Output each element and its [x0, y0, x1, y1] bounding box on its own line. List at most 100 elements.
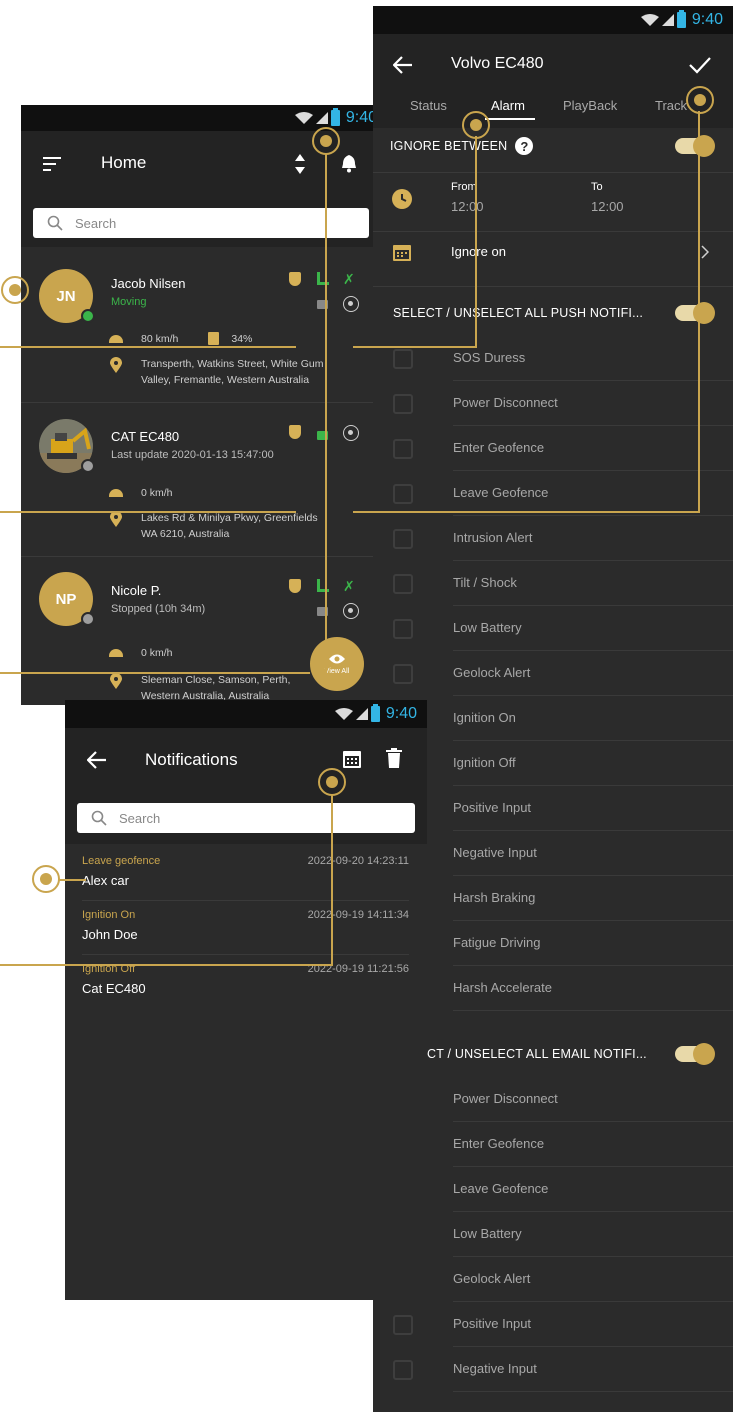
- to-value[interactable]: 12:00: [591, 199, 624, 214]
- shield-icon: [289, 272, 301, 286]
- tab-status[interactable]: Status: [410, 98, 447, 113]
- calendar-icon[interactable]: [343, 749, 361, 768]
- email-item-row[interactable]: Geolock Alert: [373, 1257, 733, 1302]
- device-card[interactable]: CAT EC480 Last update 2020-01-13 15:47:0…: [21, 403, 373, 556]
- email-select-all-row: CT / UNSELECT ALL EMAIL NOTIFI...: [373, 1032, 733, 1076]
- search-placeholder: Search: [119, 810, 161, 826]
- tab-playback[interactable]: PlayBack: [563, 98, 617, 113]
- avatar: NP: [39, 572, 95, 626]
- bell-icon[interactable]: [341, 154, 357, 173]
- push-item-row[interactable]: Tilt / Shock: [373, 561, 733, 606]
- push-item-checkbox[interactable]: [393, 664, 413, 684]
- fuel-icon: [208, 332, 220, 345]
- signal-icon: [315, 112, 328, 124]
- push-item-row[interactable]: Fatigue Driving: [373, 921, 733, 966]
- battery-icon: [370, 704, 380, 722]
- push-item-checkbox[interactable]: [393, 574, 413, 594]
- avatar: [39, 419, 95, 473]
- location-pin-icon: [110, 357, 122, 373]
- device-name: Nicole P.: [111, 583, 162, 598]
- battery-icon: [676, 10, 686, 28]
- push-item-checkbox[interactable]: [393, 619, 413, 639]
- target-icon[interactable]: [343, 425, 359, 441]
- signal-bars-icon: [317, 579, 329, 592]
- signal-icon: [661, 14, 674, 26]
- push-item-checkbox[interactable]: [393, 394, 413, 414]
- email-item-checkbox[interactable]: [393, 1315, 413, 1335]
- target-icon[interactable]: [343, 603, 359, 619]
- from-value[interactable]: 12:00: [451, 199, 484, 214]
- email-item-row[interactable]: Negative Input: [373, 1347, 733, 1392]
- push-item-label: Tilt / Shock: [453, 575, 517, 590]
- push-item-row[interactable]: Positive Input: [373, 786, 733, 831]
- email-item-label: Geolock Alert: [453, 1271, 531, 1286]
- offline-status-dot: [81, 459, 95, 473]
- view-all-button[interactable]: View All: [310, 637, 364, 691]
- push-item-row[interactable]: Negative Input: [373, 831, 733, 876]
- push-select-all-toggle[interactable]: [675, 302, 715, 324]
- push-item-checkbox[interactable]: [393, 439, 413, 459]
- email-item-row[interactable]: Positive Input: [373, 1302, 733, 1347]
- push-item-row[interactable]: Intrusion Alert: [373, 516, 733, 561]
- annotation-marker: [318, 768, 346, 796]
- search-input[interactable]: Search: [33, 208, 369, 238]
- email-item-row[interactable]: Enter Geofence: [373, 1122, 733, 1167]
- push-item-row[interactable]: Harsh Braking: [373, 876, 733, 921]
- email-item-row[interactable]: Power Disconnect: [373, 1077, 733, 1122]
- trash-icon[interactable]: [386, 748, 402, 768]
- push-item-row[interactable]: Power Disconnect: [373, 381, 733, 426]
- ignore-on-label: Ignore on: [451, 244, 506, 259]
- push-item-row[interactable]: Leave Geofence: [373, 471, 733, 516]
- status-time: 9:40: [691, 11, 723, 28]
- clock-icon[interactable]: [392, 189, 412, 209]
- app-bar: Volvo EC480: [373, 34, 733, 98]
- notification-item[interactable]: Ignition Off Cat EC480 2022-09-19 11:21:56: [65, 955, 427, 1009]
- sort-menu-icon[interactable]: [43, 157, 63, 171]
- back-arrow-icon[interactable]: [393, 56, 413, 74]
- alarm-settings-screen: 9:40 Volvo EC480 Status Alarm PlayBack T…: [373, 6, 733, 1412]
- push-item-checkbox[interactable]: [393, 349, 413, 369]
- email-item-row[interactable]: Low Battery: [373, 1212, 733, 1257]
- calendar-icon: [393, 245, 411, 261]
- tab-alarm[interactable]: Alarm: [491, 98, 525, 113]
- device-address-line-2: Valley, Fremantle, Western Australia: [141, 374, 310, 386]
- status-time: 9:40: [385, 705, 417, 722]
- push-item-row[interactable]: Ignition Off: [373, 741, 733, 786]
- target-icon[interactable]: [343, 296, 359, 312]
- ignore-on-row[interactable]: Ignore on: [373, 232, 733, 286]
- push-item-checkbox[interactable]: [393, 484, 413, 504]
- email-select-all-toggle[interactable]: [675, 1043, 715, 1065]
- device-card[interactable]: JN Jacob Nilsen Moving ✗ 80 km/h 34% Tra…: [21, 247, 373, 402]
- status-bar: 9:40: [373, 6, 733, 34]
- back-arrow-icon[interactable]: [87, 751, 107, 769]
- push-item-row[interactable]: SOS Duress: [373, 336, 733, 381]
- eye-icon: [329, 654, 345, 664]
- speedometer-icon: [109, 334, 123, 343]
- notification-item[interactable]: Leave geofence Alex car 2022-09-20 14:23:1…: [65, 847, 427, 901]
- push-item-checkbox[interactable]: [393, 529, 413, 549]
- ignore-between-toggle[interactable]: [675, 135, 715, 157]
- push-item-row[interactable]: Harsh Accelerate: [373, 966, 733, 1011]
- email-item-checkbox[interactable]: [393, 1360, 413, 1380]
- email-item-label: Leave Geofence: [453, 1181, 549, 1196]
- push-item-label: Intrusion Alert: [453, 530, 533, 545]
- wifi-icon: [334, 708, 353, 720]
- push-item-row[interactable]: Enter Geofence: [373, 426, 733, 471]
- push-item-row[interactable]: Geolock Alert: [373, 651, 733, 696]
- push-item-label: Harsh Braking: [453, 890, 536, 905]
- online-status-dot: [81, 309, 95, 323]
- email-item-row[interactable]: Leave Geofence: [373, 1167, 733, 1212]
- notification-item[interactable]: Ignition On John Doe 2022-09-19 14:11:34: [65, 901, 427, 955]
- device-fuel: 34%: [231, 332, 253, 345]
- search-input[interactable]: Search: [77, 803, 415, 833]
- location-pin-icon: [110, 673, 122, 689]
- sort-updown-icon[interactable]: [294, 153, 306, 175]
- check-icon[interactable]: [689, 56, 711, 74]
- push-item-row[interactable]: Low Battery: [373, 606, 733, 651]
- speedometer-icon: [109, 489, 123, 497]
- push-item-row[interactable]: Ignition On: [373, 696, 733, 741]
- help-icon[interactable]: ?: [515, 137, 534, 155]
- ignore-between-label: IGNORE BETWEEN: [390, 139, 508, 153]
- tab-track[interactable]: Track: [655, 98, 687, 113]
- device-name: CAT EC480: [111, 429, 180, 444]
